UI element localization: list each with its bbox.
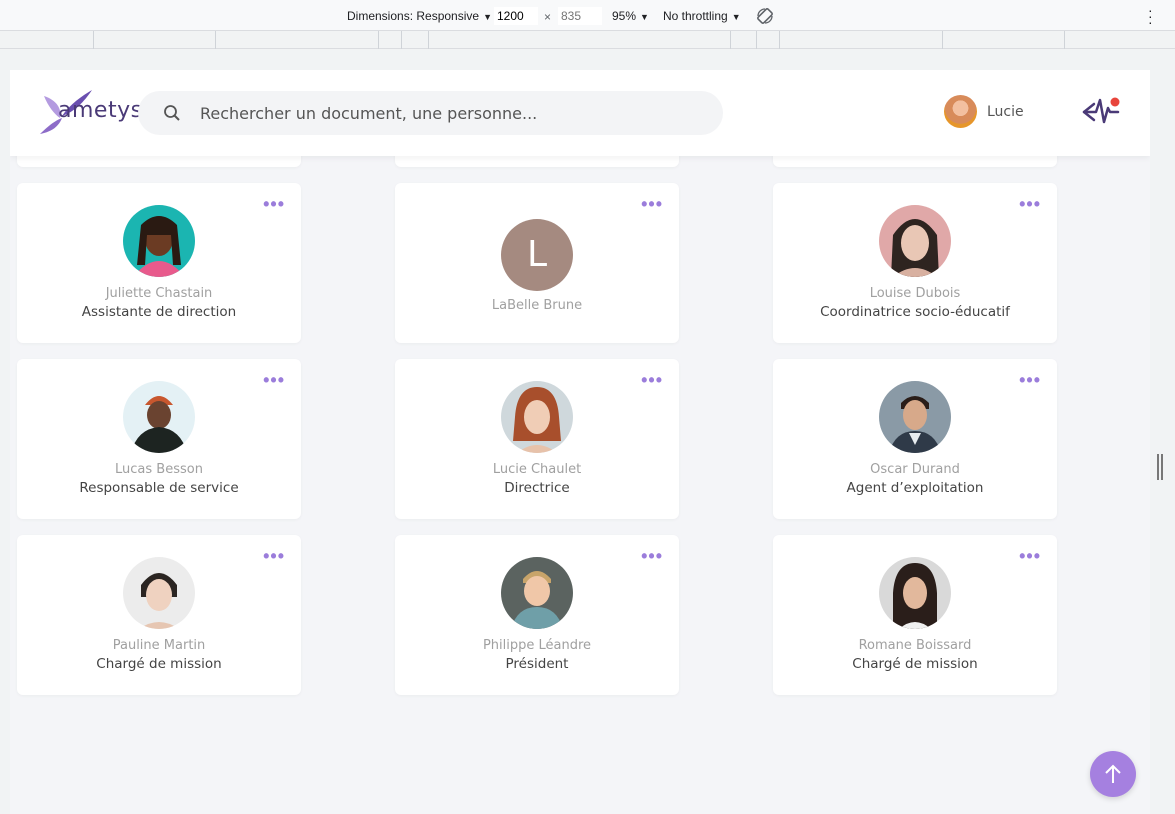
person-name: Lucie Chaulet — [492, 462, 582, 477]
juliette-photo — [123, 205, 195, 277]
person-role: Chargé de mission — [96, 656, 222, 672]
person-card[interactable]: ••• Lucie Chaulet Directrice — [395, 359, 679, 519]
more-options-icon[interactable]: ••• — [641, 547, 663, 565]
more-options-icon[interactable]: ••• — [1019, 371, 1041, 389]
avatar — [944, 95, 977, 128]
pauline-photo — [123, 557, 195, 629]
person-name: LaBelle Brune — [491, 298, 583, 313]
person-name: Philippe Léandre — [482, 638, 592, 653]
avatar-initial: L — [501, 219, 573, 291]
arrow-up-icon — [1105, 764, 1121, 783]
person-role: Coordinatrice socio-éducatif — [820, 304, 1010, 320]
resize-handle[interactable] — [1157, 454, 1163, 480]
logo-text: ametys — [58, 98, 143, 123]
person-role: Responsable de service — [79, 480, 239, 496]
chevron-down-icon: ▼ — [731, 12, 741, 22]
devtools-toolbar: Dimensions: Responsive▼ × 95%▼ No thrott… — [0, 0, 1175, 31]
person-card[interactable]: ••• Philippe Léandre Président — [395, 535, 679, 695]
person-role: Assistante de direction — [81, 304, 237, 320]
zoom-dropdown[interactable]: 95% ▼ — [612, 9, 649, 23]
chevron-down-icon: ▼ — [640, 12, 649, 22]
chevron-down-icon: ▼ — [483, 12, 492, 22]
scroll-to-top-button[interactable] — [1090, 751, 1136, 797]
more-options-icon[interactable]: ••• — [1019, 195, 1041, 213]
person-role: Directrice — [504, 480, 570, 496]
search-input[interactable] — [200, 101, 700, 125]
more-options-icon[interactable]: ••• — [641, 371, 663, 389]
louise-photo — [879, 205, 951, 277]
throttling-dropdown[interactable]: No throttling ▼ — [663, 9, 741, 23]
person-card[interactable]: ••• L LaBelle Brune — [395, 183, 679, 343]
times-label: × — [544, 10, 552, 24]
person-name: Louise Dubois — [869, 286, 961, 301]
person-name: Pauline Martin — [112, 638, 206, 653]
person-role: Agent d’exploitation — [846, 480, 984, 496]
search-icon — [164, 105, 180, 121]
rotate-icon[interactable] — [756, 7, 774, 25]
more-options-icon[interactable]: ••• — [263, 371, 285, 389]
person-name: Lucas Besson — [115, 462, 203, 477]
more-options-icon[interactable]: ••• — [641, 195, 663, 213]
more-options-icon[interactable]: · · · — [1148, 3, 1153, 29]
lucie-photo — [501, 381, 573, 453]
viewport-gutter-top — [0, 49, 1175, 70]
person-role: Chargé de mission — [852, 656, 978, 672]
site-header: ametys Lucie — [10, 70, 1150, 156]
activity-pulse-icon[interactable] — [1082, 94, 1122, 126]
person-card[interactable]: ••• Louise Dubois Coordinatrice socio-éd… — [773, 183, 1057, 343]
media-query-ruler — [0, 31, 1175, 49]
philippe-photo — [501, 557, 573, 629]
person-name: Romane Boissard — [858, 638, 972, 653]
viewport-gutter-left — [0, 49, 10, 814]
person-card[interactable]: ••• Oscar Durand Agent d’exploitation — [773, 359, 1057, 519]
person-card[interactable]: ••• Lucas Besson Responsable de service — [17, 359, 301, 519]
user-name: Lucie — [987, 104, 1024, 120]
more-options-icon[interactable]: ••• — [1019, 547, 1041, 565]
person-role: Président — [505, 656, 569, 672]
more-options-icon[interactable]: ••• — [263, 195, 285, 213]
person-name: Oscar Durand — [870, 462, 960, 477]
person-name: Juliette Chastain — [105, 286, 213, 301]
width-input[interactable] — [494, 7, 538, 25]
viewport-gutter-right — [1150, 49, 1175, 814]
oscar-photo — [879, 381, 951, 453]
throttling-label: No throttling — [663, 9, 728, 23]
dimensions-label: Dimensions: Responsive — [347, 9, 480, 23]
search-bar[interactable] — [138, 91, 723, 135]
romane-photo — [879, 557, 951, 629]
page-viewport: ametys Lucie ••• Juliette Chastain Assis… — [10, 70, 1150, 814]
more-options-icon[interactable]: ••• — [263, 547, 285, 565]
dimensions-dropdown[interactable]: Dimensions: Responsive ▼ — [347, 9, 492, 23]
person-card[interactable]: ••• Pauline Martin Chargé de mission — [17, 535, 301, 695]
zoom-label: 95% — [612, 9, 637, 23]
person-card[interactable]: ••• Romane Boissard Chargé de mission — [773, 535, 1057, 695]
person-card[interactable]: ••• Juliette Chastain Assistante de dire… — [17, 183, 301, 343]
lucas-photo — [123, 381, 195, 453]
height-input[interactable] — [558, 7, 602, 25]
